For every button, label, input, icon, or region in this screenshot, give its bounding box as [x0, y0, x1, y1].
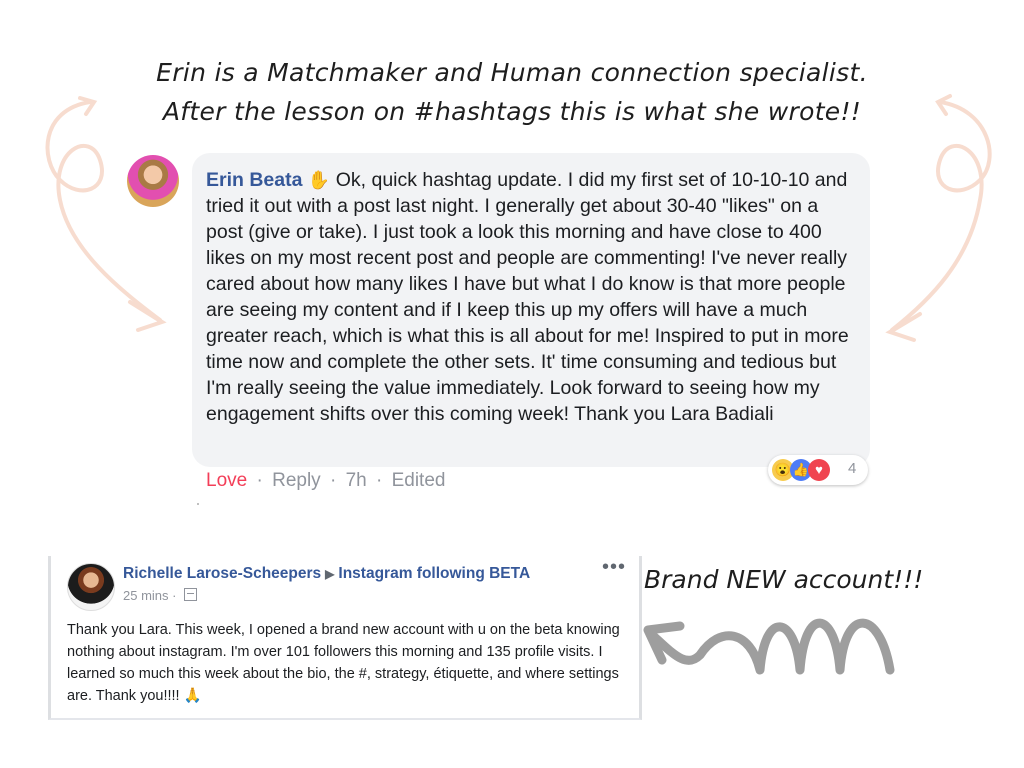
love-icon: ♥	[808, 459, 830, 481]
post-author[interactable]: Richelle Larose-Scheepers	[123, 565, 321, 582]
audience-icon	[184, 588, 198, 601]
headline-line-1: Erin is a Matchmaker and Human connectio…	[156, 58, 868, 87]
divider-dot	[197, 503, 199, 505]
avatar[interactable]	[127, 155, 179, 207]
comment-author[interactable]: Erin Beata	[206, 169, 302, 191]
post-text: Thank you Lara. This week, I opened a br…	[67, 619, 627, 707]
left-loop-arrow-icon	[45, 96, 167, 332]
avatar[interactable]	[67, 563, 115, 611]
praying-hands-icon: 🙏	[183, 688, 202, 704]
caret-right-icon: ▶	[325, 567, 335, 581]
post-meta: 25 mins ·	[123, 588, 198, 603]
reaction-count: 4	[848, 460, 857, 477]
post-header: Richelle Larose-Scheepers ▶ Instagram foll…	[123, 565, 530, 583]
post-body: Thank you Lara. This week, I opened a br…	[67, 622, 620, 704]
post-time[interactable]: 25 mins	[123, 588, 169, 603]
more-options-button[interactable]: •••	[602, 556, 626, 579]
comment-actions: Love · Reply · 7h · Edited	[206, 470, 446, 491]
reaction-summary[interactable]: 😮 👍 ♥ 4	[768, 455, 868, 485]
comment-body: Erin Beata ✋ Ok, quick hashtag update. I…	[206, 167, 856, 427]
waving-hand-icon: ✋	[307, 170, 331, 190]
love-reaction-link[interactable]: Love	[206, 470, 247, 491]
comment-text: Ok, quick hashtag update. I did my first…	[206, 169, 849, 425]
right-loop-arrow-icon	[885, 94, 992, 342]
edited-label[interactable]: Edited	[392, 470, 446, 491]
squiggle-arrow-icon	[643, 618, 895, 675]
group-name[interactable]: Instagram following BETA	[338, 565, 530, 582]
brand-new-annotation: Brand NEW account!!!	[644, 565, 924, 594]
timestamp[interactable]: 7h	[346, 470, 367, 491]
reply-link[interactable]: Reply	[272, 470, 321, 491]
